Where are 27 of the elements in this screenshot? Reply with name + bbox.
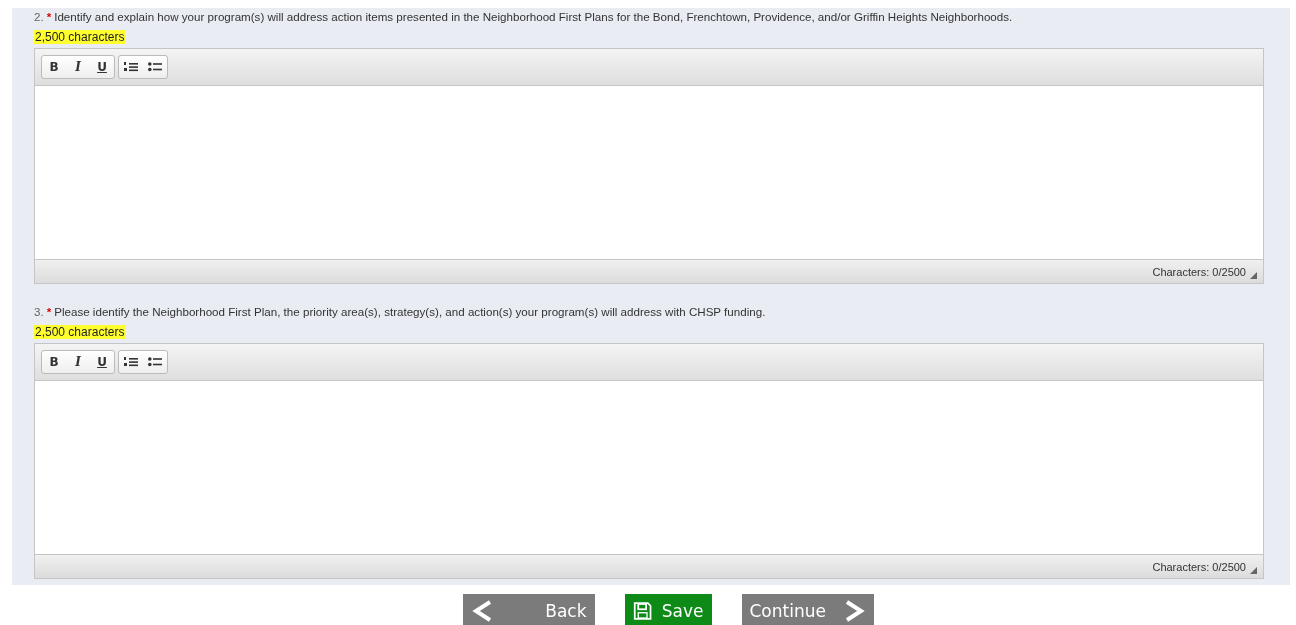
character-counter: Characters: 0/2500 — [1152, 265, 1246, 278]
italic-button[interactable]: I — [66, 56, 90, 78]
bulleted-list-icon — [148, 62, 162, 72]
character-limit-note: 2,500 characters — [34, 325, 126, 339]
continue-button[interactable]: Continue — [741, 594, 874, 625]
underline-button[interactable]: U — [90, 56, 114, 78]
resize-grip-icon[interactable] — [1250, 567, 1257, 574]
numbered-list-icon — [124, 357, 138, 367]
back-button[interactable]: Back — [462, 594, 595, 625]
chevron-left-icon — [470, 598, 493, 623]
underline-button[interactable]: U — [90, 351, 114, 373]
character-counter: Characters: 0/2500 — [1152, 560, 1246, 573]
question-number: 2. — [34, 10, 44, 23]
numbered-list-icon — [124, 62, 138, 72]
bold-button[interactable]: B — [42, 56, 66, 78]
question-text: Identify and explain how your program(s) will address action items presented in the Neighborhood First Plans for the Bond, Frenchtown, Providence, and/or Griffin Heights Neighborhoods. — [54, 10, 1013, 23]
required-mark: * — [46, 10, 52, 23]
question-number: 3. — [34, 305, 44, 318]
required-mark: * — [46, 305, 52, 318]
bulleted-list-icon — [148, 357, 162, 367]
question-text: Please identify the Neighborhood First Plan, the priority area(s), strategy(s), and action(s) your program(s) will address with CHSP funding. — [54, 305, 766, 318]
italic-button[interactable]: I — [66, 351, 90, 373]
resize-grip-icon[interactable] — [1250, 272, 1257, 279]
chevron-right-icon — [843, 598, 866, 623]
bold-button[interactable]: B — [42, 351, 66, 373]
character-limit-note: 2,500 characters — [34, 30, 126, 44]
save-button[interactable]: Save — [624, 594, 712, 625]
